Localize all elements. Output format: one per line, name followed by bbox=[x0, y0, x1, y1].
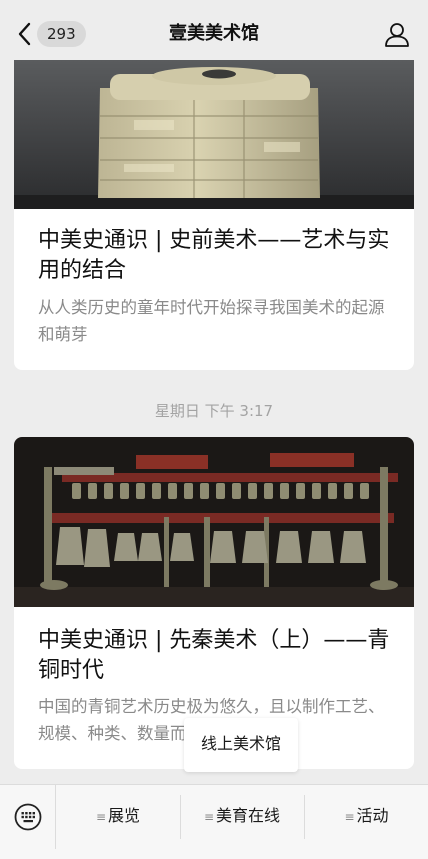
submenu-popup-item[interactable]: 线上美术馆 bbox=[184, 718, 298, 772]
keyboard-toggle-button[interactable] bbox=[0, 785, 56, 849]
page-title: 壹美美术馆 bbox=[169, 23, 259, 44]
bottom-menu-bar: ≡ 展览 ≡ 美育在线 ≡ 活动 bbox=[0, 784, 428, 859]
article-card[interactable]: 中美史通识 | 史前美术——艺术与实用的结合 从人类历史的童年时代开始探寻我国美… bbox=[14, 60, 414, 370]
bronze-bells-photo bbox=[14, 437, 414, 607]
keyboard-icon bbox=[14, 803, 42, 831]
user-profile-icon[interactable] bbox=[384, 21, 410, 47]
top-navigation-bar: 293 壹美美术馆 bbox=[0, 0, 428, 60]
menu-item-art-education-online[interactable]: ≡ 美育在线 bbox=[181, 785, 303, 849]
jade-cong-photo bbox=[14, 60, 414, 209]
submenu-indicator-icon: ≡ bbox=[203, 810, 215, 824]
submenu-indicator-icon: ≡ bbox=[344, 810, 355, 824]
article-description: 从人类历史的童年时代开始探寻我国美术的起源和萌芽 bbox=[38, 298, 385, 344]
message-timestamp: 星期日 下午 3:17 bbox=[154, 402, 274, 420]
submenu-indicator-icon: ≡ bbox=[95, 810, 107, 824]
menu-item-activities[interactable]: ≡ 活动 bbox=[305, 785, 428, 849]
article-title[interactable]: 中美史通识 | 先秦美术（上）——青铜时代 bbox=[38, 626, 392, 686]
article-title[interactable]: 中美史通识 | 史前美术——艺术与实用的结合 bbox=[38, 226, 392, 286]
menu-item-exhibitions[interactable]: ≡ 展览 bbox=[57, 785, 179, 849]
